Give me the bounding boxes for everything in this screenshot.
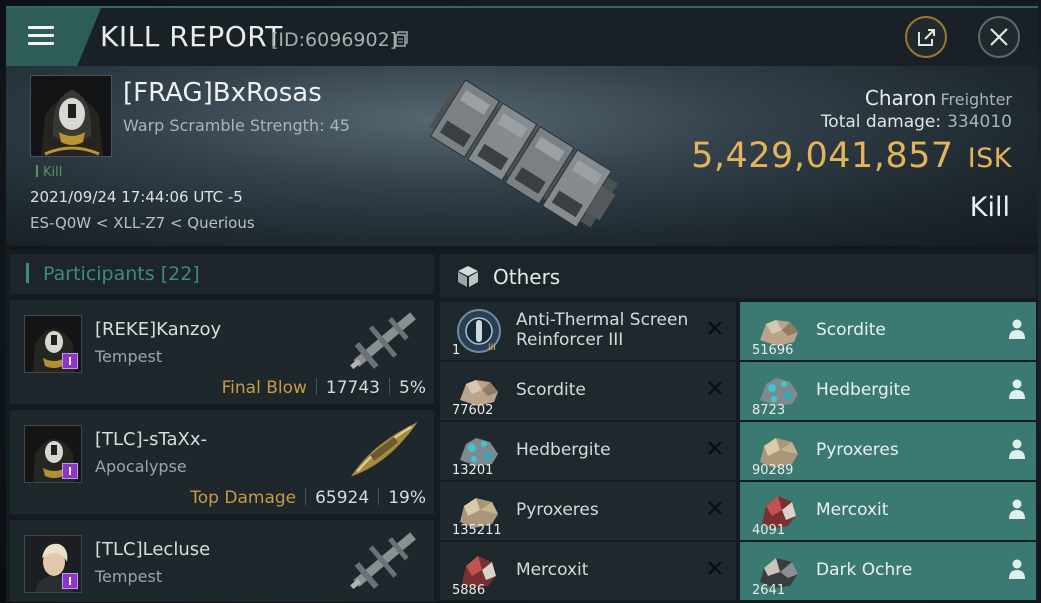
item-name: Mercoxit	[816, 500, 889, 520]
menu-button[interactable]	[6, 8, 101, 66]
person-icon	[1009, 439, 1025, 459]
participants-count: [22]	[160, 263, 200, 285]
participant-damage: 17743	[325, 378, 381, 398]
window-header: KILL REPORT [ID:6096902]	[6, 8, 1038, 66]
item-name: Hedbergite	[516, 440, 611, 460]
result-label: Kill	[969, 192, 1010, 223]
list-item[interactable]: 2641 Dark Ochre	[740, 542, 1036, 600]
participant-row[interactable]: [TLC]Lecluse Tempest	[10, 520, 434, 602]
participants-label: Participants [22]	[26, 263, 200, 285]
participant-stats: Top Damage 65924 19%	[190, 488, 426, 508]
ship-name[interactable]: Charon Freighter	[865, 86, 1012, 110]
list-item[interactable]: 77602 Scordite	[440, 362, 736, 420]
person-icon	[1009, 319, 1025, 339]
isk-unit: ISK	[967, 143, 1012, 174]
item-quantity: 51696	[752, 343, 794, 358]
item-name: Scordite	[516, 380, 586, 400]
tempest-ship-icon	[350, 532, 416, 590]
cube-icon	[458, 266, 478, 287]
apocalypse-ship-icon	[351, 421, 418, 477]
item-name: Anti-Thermal Screen Reinforcer III	[516, 310, 689, 350]
others-panel: Others III 1 Anti-Thermal Screen Reinforc…	[436, 250, 1038, 602]
close-button[interactable]	[978, 16, 1020, 58]
list-item[interactable]: 8723 Hedbergite	[740, 362, 1036, 420]
victim-summary: [FRAG]BxRosas Warp Scramble Strength: 45…	[6, 66, 1038, 246]
list-item[interactable]: 135211 Pyroxeres	[440, 482, 736, 540]
victim-name[interactable]: [FRAG]BxRosas	[123, 78, 322, 108]
item-name: Pyroxeres	[516, 500, 599, 520]
others-label: Others	[493, 265, 561, 289]
list-item[interactable]: 13201 Hedbergite	[440, 422, 736, 480]
participant-row[interactable]: [TLC]-sTaXx- Apocalypse Top Damage 65924 1…	[10, 410, 434, 516]
list-item[interactable]: III 1 Anti-Thermal Screen Reinforcer III	[440, 302, 736, 360]
page-title: KILL REPORT	[100, 20, 283, 53]
isk-value: 5,429,041,857 ISK	[691, 136, 1012, 176]
corp-badge	[62, 353, 78, 369]
item-quantity: 77602	[452, 403, 494, 418]
participant-ship: Tempest	[95, 567, 163, 586]
destroyed-icon	[708, 381, 722, 395]
external-link-icon	[918, 29, 935, 46]
helmet-portrait-icon	[31, 76, 111, 156]
item-quantity: 4091	[752, 523, 786, 538]
copy-icon[interactable]	[395, 31, 409, 47]
participant-ship: Tempest	[95, 347, 163, 366]
kill-report-window: KILL REPORT [ID:6096902] [FRAG]BxRosas W…	[6, 6, 1038, 602]
item-quantity: 90289	[752, 463, 794, 478]
victim-avatar[interactable]	[30, 75, 112, 157]
kill-datetime: 2021/09/24 17:44:06 UTC -5	[30, 188, 243, 206]
kill-tag: Kill	[36, 165, 62, 180]
kill-location[interactable]: ES-Q0W < XLL-Z7 < Querious	[30, 214, 255, 232]
module-icon: III	[457, 309, 501, 353]
participant-damage: 65924	[315, 488, 370, 508]
item-name: Scordite	[816, 320, 886, 340]
share-button[interactable]	[905, 16, 947, 58]
top-damage-tag: Top Damage	[190, 488, 297, 508]
warp-scramble-strength: Warp Scramble Strength: 45	[123, 116, 350, 135]
person-icon	[1009, 379, 1025, 399]
svg-text:III: III	[488, 343, 496, 353]
person-icon	[1009, 559, 1025, 579]
destroyed-icon	[708, 441, 722, 455]
final-blow-tag: Final Blow	[221, 378, 307, 398]
item-name: Dark Ochre	[816, 560, 913, 580]
corp-badge	[62, 573, 78, 589]
participant-percent: 19%	[388, 488, 426, 508]
item-name: Hedbergite	[816, 380, 911, 400]
item-quantity: 2641	[752, 583, 786, 598]
close-icon	[990, 28, 1008, 46]
kill-id: [ID:6096902]	[271, 29, 398, 51]
list-item[interactable]: 90289 Pyroxeres	[740, 422, 1036, 480]
item-name: Pyroxeres	[816, 440, 899, 460]
item-quantity: 8723	[752, 403, 786, 418]
destroyed-icon	[708, 501, 722, 515]
list-item[interactable]: 51696 Scordite	[740, 302, 1036, 360]
destroyed-icon	[708, 321, 722, 335]
corp-badge	[62, 463, 78, 479]
freighter-ship-icon	[429, 79, 618, 228]
list-item[interactable]: 5886 Mercoxit	[440, 542, 736, 600]
participant-stats: Final Blow 17743 5%	[222, 378, 426, 398]
participants-header[interactable]: Participants [22]	[10, 254, 434, 294]
participant-ship: Apocalypse	[95, 457, 187, 476]
participant-percent: 5%	[399, 378, 426, 398]
person-icon	[1009, 499, 1025, 519]
others-header: Others	[440, 254, 1036, 298]
list-item[interactable]: 4091 Mercoxit	[740, 482, 1036, 540]
participant-name[interactable]: [TLC]-sTaXx-	[95, 429, 207, 450]
participant-name[interactable]: [TLC]Lecluse	[95, 539, 210, 560]
item-quantity: 1	[452, 343, 461, 358]
destroyed-icon	[708, 561, 722, 575]
total-damage: Total damage: 334010	[820, 112, 1012, 132]
item-quantity: 5886	[452, 583, 486, 598]
ship-class: Freighter	[940, 90, 1012, 109]
item-quantity: 13201	[452, 463, 494, 478]
total-damage-value: 334010	[947, 112, 1012, 132]
item-name: Mercoxit	[516, 560, 589, 580]
participants-panel: Participants [22] [REKE]Kanzoy Tempest F…	[6, 250, 436, 602]
item-quantity: 135211	[452, 523, 502, 538]
participant-row[interactable]: [REKE]Kanzoy Tempest Final Blow 17743 5%	[10, 300, 434, 406]
participant-name[interactable]: [REKE]Kanzoy	[95, 319, 221, 340]
tempest-ship-icon	[350, 312, 416, 370]
